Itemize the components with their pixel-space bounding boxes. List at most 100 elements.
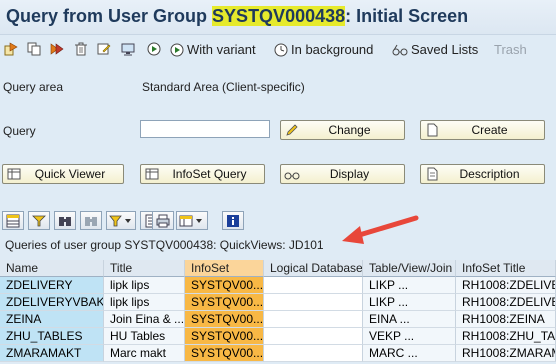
query-area-label: Query area bbox=[3, 80, 64, 94]
cell-table-view-join[interactable]: VEKP ... bbox=[363, 328, 456, 345]
copy-icon[interactable] bbox=[26, 41, 42, 57]
glasses-icon bbox=[284, 166, 300, 182]
column-header-name[interactable]: Name bbox=[0, 260, 104, 277]
execute-with-selection-icon[interactable] bbox=[49, 41, 65, 57]
cell-name[interactable]: ZHU_TABLES bbox=[0, 328, 104, 345]
info-icon bbox=[227, 214, 239, 227]
table-header-row: Name Title InfoSet Logical Database Tabl… bbox=[0, 260, 556, 277]
display-button[interactable]: Display bbox=[280, 164, 405, 184]
print-button[interactable] bbox=[152, 211, 174, 230]
new-document-icon bbox=[424, 122, 440, 138]
infoset-query-button[interactable]: InfoSet Query bbox=[140, 164, 265, 184]
select-all-icon bbox=[6, 214, 20, 227]
column-header-infoset[interactable]: InfoSet bbox=[185, 260, 264, 277]
table-row[interactable]: ZEINA Join Eina & ... SYSTQV00... EINA .… bbox=[0, 311, 556, 328]
delete-icon[interactable] bbox=[73, 41, 89, 57]
filter-button[interactable] bbox=[28, 211, 50, 230]
alv-caption: Queries of user group SYSTQV000438: Quic… bbox=[5, 238, 324, 252]
find-button[interactable] bbox=[54, 211, 76, 230]
table-row[interactable]: ZDELIVERY lipk lips SYSTQV00... LIKP ...… bbox=[0, 277, 556, 294]
layout-dropdown-icon bbox=[179, 215, 202, 226]
find-icon bbox=[59, 216, 71, 226]
with-variant-label: With variant bbox=[187, 42, 256, 57]
display-icon[interactable] bbox=[120, 41, 136, 57]
glasses-icon bbox=[392, 44, 408, 55]
cell-table-view-join[interactable]: MARC ... bbox=[363, 345, 456, 362]
cell-infoset-title[interactable]: RH1008:ZHU_TABLES bbox=[456, 328, 556, 345]
trash-button[interactable]: Trash bbox=[494, 42, 527, 57]
page-title-highlight: SYSTQV000438 bbox=[212, 6, 346, 26]
saved-lists-button[interactable]: Saved Lists bbox=[392, 42, 478, 57]
page-title: Query from User Group SYSTQV000438: Init… bbox=[6, 6, 468, 27]
find-next-icon bbox=[85, 216, 97, 226]
column-header-infoset-title[interactable]: InfoSet Title bbox=[456, 260, 556, 277]
filter-icon bbox=[32, 215, 46, 226]
print-icon bbox=[156, 214, 170, 227]
cell-infoset[interactable]: SYSTQV00... bbox=[185, 328, 264, 345]
find-next-button[interactable] bbox=[80, 211, 102, 230]
cell-infoset[interactable]: SYSTQV00... bbox=[185, 311, 264, 328]
quick-viewer-button[interactable]: Quick Viewer bbox=[2, 164, 124, 184]
title-bar: Query from User Group SYSTQV000438: Init… bbox=[0, 0, 556, 35]
execute-clock-icon[interactable] bbox=[146, 41, 162, 57]
cell-table-view-join[interactable]: LIKP ... bbox=[363, 277, 456, 294]
query-input[interactable] bbox=[140, 120, 270, 138]
quick-viewer-icon bbox=[6, 166, 22, 182]
cell-infoset[interactable]: SYSTQV00... bbox=[185, 345, 264, 362]
cell-logical-database[interactable] bbox=[264, 294, 363, 311]
column-header-table-view-join[interactable]: Table/View/Join bbox=[363, 260, 456, 277]
cell-logical-database[interactable] bbox=[264, 277, 363, 294]
cell-logical-database[interactable] bbox=[264, 311, 363, 328]
application-toolbar: With variant In background Saved Lists T… bbox=[0, 37, 556, 63]
execute-icon[interactable] bbox=[3, 41, 19, 57]
cell-name[interactable]: ZDELIVERY bbox=[0, 277, 104, 294]
in-background-label: In background bbox=[291, 42, 374, 57]
cell-name[interactable]: ZEINA bbox=[0, 311, 104, 328]
background-job-icon bbox=[274, 43, 288, 56]
table-row[interactable]: ZMARAMAKT Marc makt SYSTQV00... MARC ...… bbox=[0, 345, 556, 362]
query-area-value: Standard Area (Client-specific) bbox=[142, 80, 305, 94]
change-icon[interactable] bbox=[96, 41, 112, 57]
alv-toolbar bbox=[0, 209, 556, 233]
annotation-arrow-icon bbox=[342, 215, 419, 244]
select-all-button[interactable] bbox=[2, 211, 24, 230]
cell-title[interactable]: Join Eina & ... bbox=[104, 311, 185, 328]
saved-lists-label: Saved Lists bbox=[411, 42, 479, 57]
cell-name[interactable]: ZMARAMAKT bbox=[0, 345, 104, 362]
cell-title[interactable]: Marc makt bbox=[104, 345, 185, 362]
table-row[interactable]: ZDELIVERYVBAK lipk lips SYSTQV00... LIKP… bbox=[0, 294, 556, 311]
variant-icon bbox=[170, 43, 184, 56]
table-row[interactable]: ZHU_TABLES HU Tables SYSTQV00... VEKP ..… bbox=[0, 328, 556, 345]
with-variant-button[interactable]: With variant bbox=[170, 42, 256, 57]
change-button[interactable]: Change bbox=[280, 120, 405, 140]
cell-infoset[interactable]: SYSTQV00... bbox=[185, 294, 264, 311]
cell-title[interactable]: lipk lips bbox=[104, 277, 185, 294]
column-header-title[interactable]: Title bbox=[104, 260, 185, 277]
cell-name[interactable]: ZDELIVERYVBAK bbox=[0, 294, 104, 311]
sort-dropdown-button[interactable] bbox=[106, 211, 136, 230]
cell-table-view-join[interactable]: EINA ... bbox=[363, 311, 456, 328]
infoset-query-icon bbox=[144, 166, 160, 182]
query-label: Query bbox=[3, 124, 36, 138]
cell-title[interactable]: HU Tables bbox=[104, 328, 185, 345]
layout-dropdown-button[interactable] bbox=[176, 211, 208, 230]
sort-dropdown-icon bbox=[109, 215, 131, 226]
description-icon bbox=[424, 166, 440, 182]
cell-table-view-join[interactable]: LIKP ... bbox=[363, 294, 456, 311]
description-button[interactable]: Description bbox=[420, 164, 545, 184]
cell-infoset[interactable]: SYSTQV00... bbox=[185, 277, 264, 294]
info-button[interactable] bbox=[222, 211, 244, 230]
create-button[interactable]: Create bbox=[420, 120, 545, 140]
column-header-logical-database[interactable]: Logical Database bbox=[264, 260, 363, 277]
cell-title[interactable]: lipk lips bbox=[104, 294, 185, 311]
cell-logical-database[interactable] bbox=[264, 328, 363, 345]
page-title-prefix: Query from User Group bbox=[6, 6, 213, 26]
page-title-suffix: : Initial Screen bbox=[345, 6, 469, 26]
cell-infoset-title[interactable]: RH1008:ZEINA bbox=[456, 311, 556, 328]
cell-logical-database[interactable] bbox=[264, 345, 363, 362]
cell-infoset-title[interactable]: RH1008:ZDELIVERYVBAK bbox=[456, 294, 556, 311]
in-background-button[interactable]: In background bbox=[274, 42, 373, 57]
cell-infoset-title[interactable]: RH1008:ZMARAMAKT bbox=[456, 345, 556, 362]
pencil-icon bbox=[284, 122, 300, 138]
cell-infoset-title[interactable]: RH1008:ZDELIVERY bbox=[456, 277, 556, 294]
